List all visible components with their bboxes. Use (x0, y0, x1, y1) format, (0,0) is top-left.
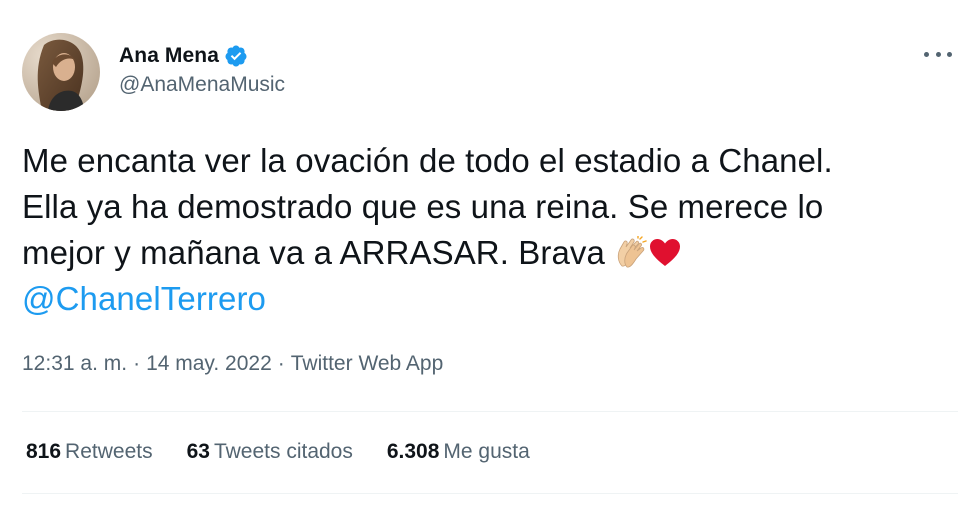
verified-badge-icon (224, 44, 248, 68)
divider (22, 411, 958, 412)
author-names: Ana Mena @AnaMenaMusic (119, 41, 285, 97)
display-name[interactable]: Ana Mena (119, 44, 219, 68)
tweet-metadata: 12:31 a. m. · 14 may. 2022 · Twitter Web App (22, 352, 443, 376)
author-handle[interactable]: @AnaMenaMusic (119, 73, 285, 97)
dot (947, 51, 952, 57)
tweet-text-line-3-text: mejor y mañana va a ARRASAR. Brava (22, 234, 605, 271)
quote-tweets-stat[interactable]: 63 Tweets citados (187, 440, 353, 464)
avatar[interactable] (22, 33, 100, 111)
likes-stat[interactable]: 6.308 Me gusta (387, 440, 530, 464)
tweet-header: Ana Mena @AnaMenaMusic (22, 33, 285, 111)
tweet-date[interactable]: 14 may. 2022 (146, 352, 272, 375)
retweets-stat[interactable]: 816 Retweets (26, 440, 153, 464)
dot (924, 51, 929, 57)
likes-count: 6.308 (386, 440, 440, 463)
mention-link[interactable]: @ChanelTerrero (22, 276, 962, 322)
divider (22, 493, 958, 494)
more-options-icon[interactable] (924, 44, 952, 64)
tweet-text-line-2: Ella ya ha demostrado que es una reina. … (22, 188, 824, 225)
tweet-text-line-1: Me encanta ver la ovación de todo el est… (22, 142, 833, 179)
dot (935, 51, 941, 57)
likes-label: Me gusta (443, 440, 530, 463)
quote-tweets-label: Tweets citados (213, 440, 353, 463)
avatar-image (22, 33, 100, 111)
separator: · (133, 352, 141, 375)
red-heart-icon (648, 236, 682, 270)
retweets-count: 816 (26, 440, 62, 463)
tweet-stats: 816 Retweets 63 Tweets citados 6.308 Me gus… (26, 440, 564, 464)
tweet-source[interactable]: Twitter Web App (291, 352, 444, 375)
retweets-label: Retweets (65, 440, 153, 463)
tweet-text-line-3: mejor y mañana va a ARRASAR. Brava (22, 230, 962, 276)
clapping-hands-icon (614, 235, 648, 270)
separator: · (277, 352, 285, 375)
name-row: Ana Mena (119, 41, 285, 71)
tweet-time[interactable]: 12:31 a. m. (22, 352, 127, 375)
tweet-card: Ana Mena @AnaMenaMusic Me encanta ver la… (0, 0, 980, 509)
tweet-text: Me encanta ver la ovación de todo el est… (22, 138, 962, 322)
quote-tweets-count: 63 (186, 440, 210, 463)
